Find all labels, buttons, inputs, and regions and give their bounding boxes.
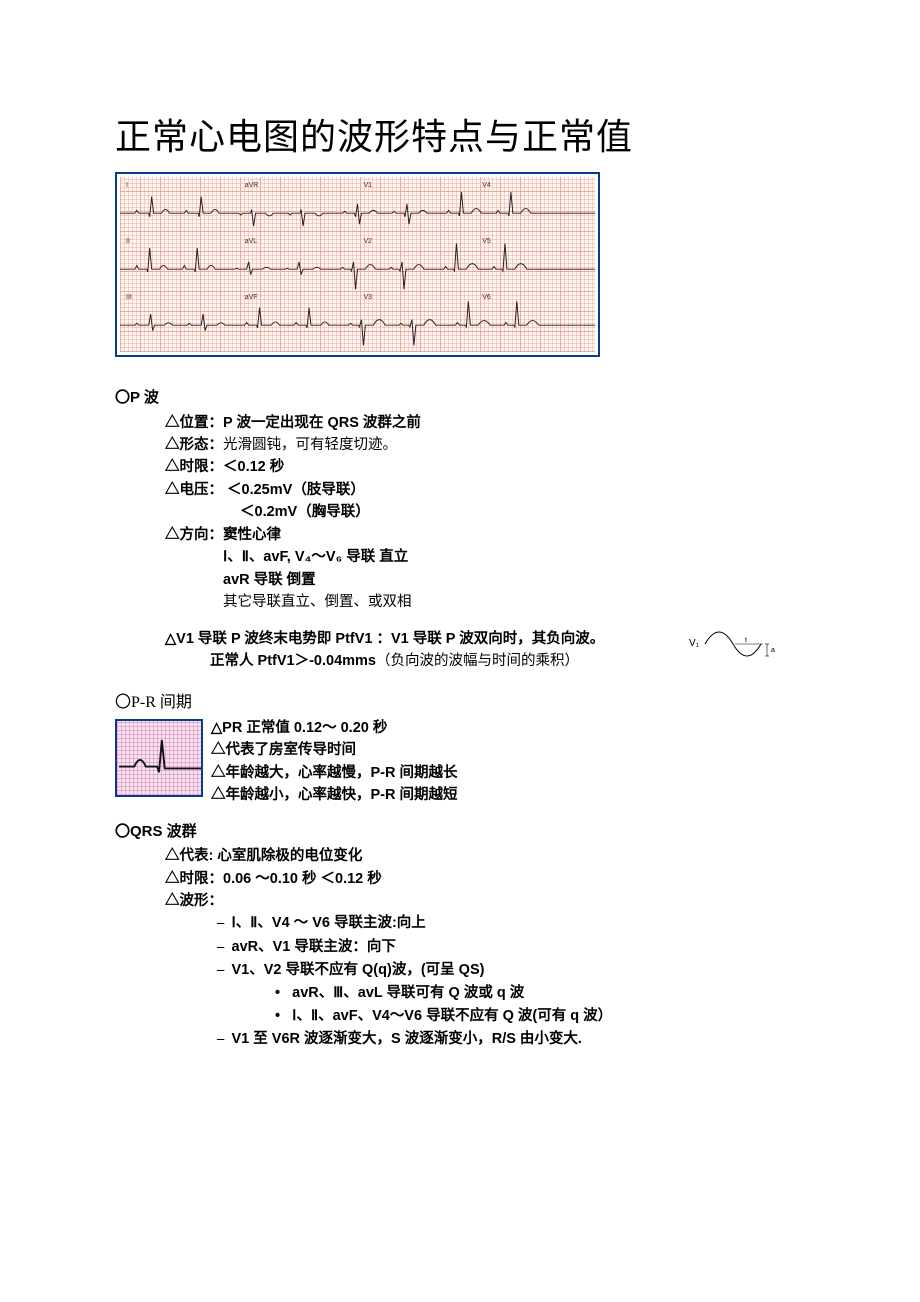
text-line: △电压： ＜0.25mV（肢导联） bbox=[115, 479, 805, 501]
pr-interval-figure bbox=[115, 719, 203, 797]
text-line: △时限：＜0.12 秒 bbox=[115, 456, 805, 478]
text-line: △代表了房室传导时间 bbox=[211, 739, 458, 761]
pr-interval-section: △PR 正常值 0.12～ 0.20 秒 △代表了房室传导时间 △年龄越大，心率… bbox=[115, 717, 805, 807]
p-wave-section: 〇P 波 △位置：P 波一定出现在 QRS 波群之前 △形态：光滑圆钝，可有轻度… bbox=[115, 387, 805, 673]
qrs-heading: 〇QRS 波群 bbox=[115, 821, 805, 844]
text-line: △时限：0.06 ～0.10 秒 ＜0.12 秒 bbox=[115, 868, 805, 890]
text-line: △形态：光滑圆钝，可有轻度切迹。 bbox=[115, 434, 805, 456]
page-title: 正常心电图的波形特点与正常值 bbox=[115, 110, 805, 164]
text-line: △方向：窦性心律 bbox=[115, 524, 805, 546]
ecg-trace-row2 bbox=[120, 237, 595, 292]
text-line: – avR、V1 导联主波：向下 bbox=[115, 936, 805, 959]
text-line: – V1、V2 导联不应有 Q(q)波，(可呈 QS) bbox=[115, 959, 805, 982]
text-line: • avR、Ⅲ、avL 导联可有 Q 波或 q 波 bbox=[115, 982, 805, 1005]
text-line: △年龄越小，心率越快，P-R 间期越短 bbox=[211, 784, 458, 806]
svg-text:a: a bbox=[771, 647, 775, 654]
text-line: – V1 至 V6R 波逐渐变大，S 波逐渐变小，R/S 由小变大. bbox=[115, 1028, 805, 1051]
ecg-trace-row3 bbox=[120, 293, 595, 348]
pr-interval-heading: 〇P-R 间期 bbox=[115, 691, 805, 715]
ptfv1-wave-diagram: V₁ t a bbox=[687, 622, 807, 672]
text-line: △年龄越大，心率越慢，P-R 间期越长 bbox=[211, 762, 458, 784]
text-line: ＜0.2mV（胸导联） bbox=[115, 501, 805, 523]
svg-text:V₁: V₁ bbox=[689, 638, 700, 649]
text-line: △波形： bbox=[115, 890, 805, 912]
text-line: • Ⅰ、Ⅱ、avF、V4～V6 导联不应有 Q 波(可有 q 波） bbox=[115, 1005, 805, 1028]
pr-trace-icon bbox=[117, 721, 201, 795]
text-line: △位置：P 波一定出现在 QRS 波群之前 bbox=[115, 412, 805, 434]
text-line: 其它导联直立、倒置、或双相 bbox=[115, 591, 805, 613]
text-line: △PR 正常值 0.12～ 0.20 秒 bbox=[211, 717, 458, 739]
text-line: Ⅰ、Ⅱ、avF, V₄～V₆ 导联 直立 bbox=[115, 546, 805, 568]
svg-text:t: t bbox=[745, 637, 747, 644]
qrs-section: 〇QRS 波群 △代表: 心室肌除极的电位变化 △时限：0.06 ～0.10 秒… bbox=[115, 821, 805, 1052]
text-line: avR 导联 倒置 bbox=[115, 569, 805, 591]
ecg-trace-row1 bbox=[120, 181, 595, 236]
text-line: – Ⅰ、Ⅱ、V4 ～ V6 导联主波:向上 bbox=[115, 912, 805, 935]
ecg-12lead-figure: I aVR V1 V4 II aVL V2 V5 III aVF V3 V6 bbox=[115, 172, 600, 357]
p-wave-heading: 〇P 波 bbox=[115, 387, 805, 410]
text-line: △代表: 心室肌除极的电位变化 bbox=[115, 845, 805, 867]
